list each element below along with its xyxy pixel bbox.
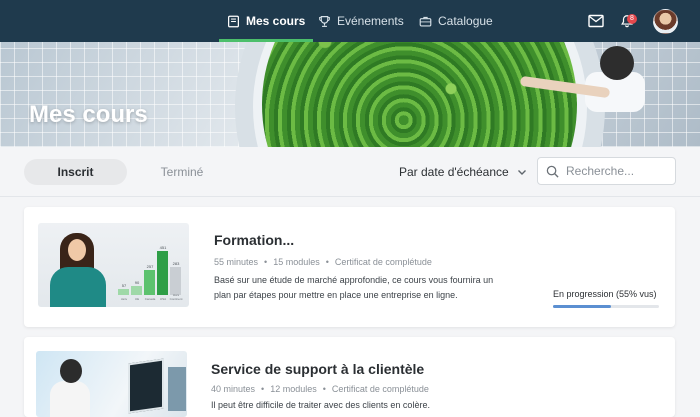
chart-bar [144,269,155,295]
course-duration: 40 minutes [211,384,256,394]
search-box[interactable] [537,157,676,185]
avatar[interactable] [653,9,678,34]
meta-separator: • [322,384,326,394]
chart-bar-label: 257 [146,263,154,269]
nav-item-evenements[interactable]: Evénements [318,0,404,42]
book-icon [228,15,239,27]
search-input[interactable] [566,164,666,178]
chart-category-label: Hors Continent [169,293,183,301]
chart-category-label: USA [159,297,167,301]
progress-bar-fill [553,305,612,308]
nav-item-label: Evénements [337,14,404,28]
course-modules: 12 modules [270,384,317,394]
sort-dropdown[interactable]: Par date d'échéance [399,159,527,185]
course-card[interactable]: Service de support à la clientèle 40 min… [24,337,675,417]
course-certificate: Certificat de complétude [334,257,432,267]
course-thumbnail[interactable]: 57 Janv 90 UE 257 Canada 451 USA 283 Hors Contine… [38,223,189,307]
nav-item-label: Mes cours [246,14,306,28]
course-card[interactable]: 57 Janv 90 UE 257 Canada 451 USA 283 Hors Contine… [24,207,675,327]
nav-item-catalogue[interactable]: Catalogue [419,0,493,42]
progress-status: En progression (55% vus) [553,289,657,299]
chevron-down-icon [517,170,526,175]
meta-separator: • [261,384,265,394]
course-thumbnail[interactable] [36,351,187,417]
course-title[interactable]: Formation... [214,232,294,248]
chart-bar [157,251,168,295]
hero-banner: Mes cours [0,42,700,147]
chart-bar-label: 283 [172,261,180,267]
chart-category-label: Janv [120,297,128,301]
thumbnail-person-head [60,359,82,383]
course-description: Basé sur une étude de marché approfondie… [214,275,494,300]
chart-bar-label: 451 [159,245,167,250]
hero-person-head [600,46,634,80]
chart-bar [118,289,129,295]
course-meta: 40 minutes • 12 modules • Certificat de … [211,384,429,394]
search-icon [546,165,559,178]
tab-inscrit[interactable]: Inscrit [24,159,127,185]
chart-bar-label: 90 [134,280,140,286]
tab-termine[interactable]: Terminé [140,159,224,185]
thumbnail-monitor [128,358,164,414]
hero-plants [262,42,577,147]
sort-label: Par date d'échéance [399,165,509,179]
course-duration: 55 minutes [214,257,259,267]
course-certificate: Certificat de complétude [331,384,429,394]
nav-item-label: Catalogue [438,14,493,28]
chart-category-label: Canada [144,297,156,301]
course-meta: 55 minutes • 15 modules • Certificat de … [214,257,432,267]
chart-bar [131,286,142,295]
thumbnail-person-face [68,239,86,261]
notification-badge: 8 [627,14,637,24]
progress-bar [553,305,659,308]
thumbnail-person-body [50,267,106,307]
trophy-icon [319,15,330,27]
thumbnail-monitor [168,367,186,411]
meta-separator: • [325,257,329,267]
course-modules: 15 modules [273,257,320,267]
course-description: Il peut être difficile de traiter avec d… [211,400,430,410]
chart-category-label: UE [134,297,140,301]
mail-icon[interactable] [588,14,604,28]
meta-separator: • [264,257,268,267]
thumbnail-person-body [50,381,90,417]
course-title[interactable]: Service de support à la clientèle [211,361,424,377]
top-navigation: Mes cours Evénements Catalogue 8 [0,0,700,42]
page-title: Mes cours [29,101,148,128]
chart-bar [170,267,181,295]
chart-bar-label: 57 [121,283,127,289]
nav-item-mes-cours[interactable]: Mes cours [218,0,314,42]
briefcase-icon [419,16,432,27]
